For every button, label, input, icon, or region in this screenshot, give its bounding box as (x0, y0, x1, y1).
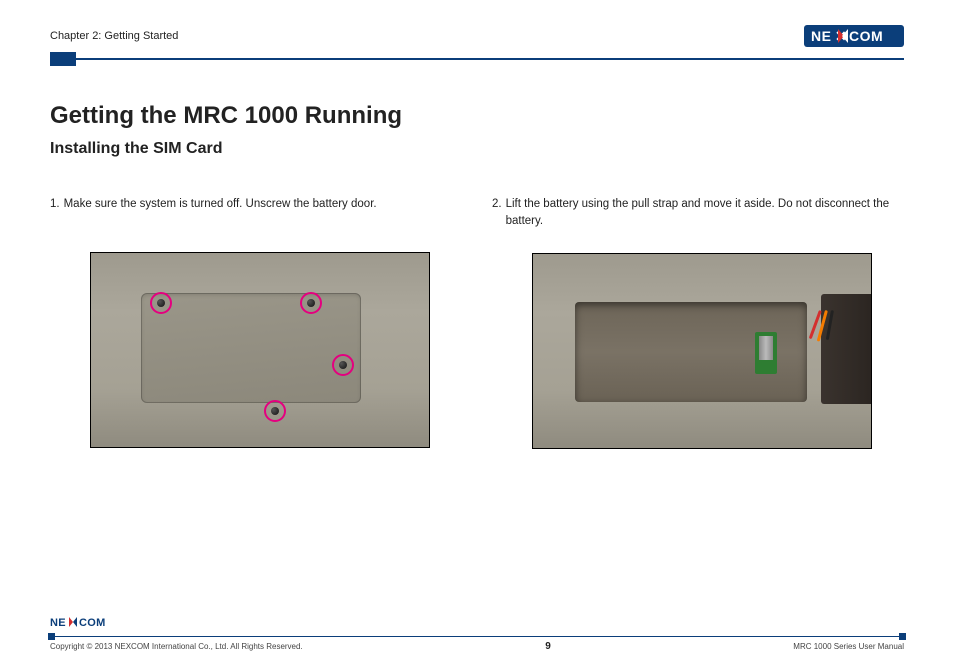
step-2: 2. Lift the battery using the pull strap… (492, 196, 904, 229)
footer-square-icon (48, 633, 55, 640)
page-header: Chapter 2: Getting Started NE ✕ COM (50, 22, 904, 50)
svg-text:NE: NE (811, 28, 831, 44)
footer-logo: NE COM (50, 615, 904, 636)
svg-text:COM: COM (849, 28, 883, 44)
footer-square-icon (899, 633, 906, 640)
battery-cavity (575, 302, 807, 402)
photo-battery-cavity (532, 253, 872, 449)
svg-text:NE: NE (50, 617, 66, 629)
step-1: 1. Make sure the system is turned off. U… (50, 196, 462, 228)
page-number: 9 (545, 641, 551, 652)
screw-marker-icon (264, 400, 286, 422)
content-area: Getting the MRC 1000 Running Installing … (50, 60, 904, 449)
photo-battery-door (90, 252, 430, 448)
sim-slot (759, 336, 773, 360)
step-body: Make sure the system is turned off. Unsc… (64, 196, 462, 228)
section-title: Installing the SIM Card (50, 140, 904, 158)
step-number: 1. (50, 196, 60, 228)
page-footer: NE COM Copyright © 2013 NEXCOM Internati… (50, 615, 904, 652)
screw-marker-icon (332, 354, 354, 376)
screw-marker-icon (300, 292, 322, 314)
battery-wires (819, 310, 843, 344)
screw-marker-icon (150, 292, 172, 314)
battery-door (141, 293, 361, 403)
footer-row: Copyright © 2013 NEXCOM International Co… (50, 641, 904, 652)
step-body: Lift the battery using the pull strap an… (506, 196, 904, 229)
column-left: 1. Make sure the system is turned off. U… (50, 196, 462, 449)
svg-text:COM: COM (79, 617, 106, 629)
page-title: Getting the MRC 1000 Running (50, 102, 904, 130)
chapter-label: Chapter 2: Getting Started (50, 30, 178, 42)
header-rule (50, 58, 904, 60)
footer-rule (50, 636, 904, 637)
brand-logo: NE ✕ COM (804, 25, 904, 47)
column-right: 2. Lift the battery using the pull strap… (492, 196, 904, 449)
manual-name: MRC 1000 Series User Manual (793, 642, 904, 651)
columns: 1. Make sure the system is turned off. U… (50, 196, 904, 449)
header-accent-block (50, 52, 76, 66)
copyright-text: Copyright © 2013 NEXCOM International Co… (50, 642, 303, 651)
step-number: 2. (492, 196, 502, 229)
